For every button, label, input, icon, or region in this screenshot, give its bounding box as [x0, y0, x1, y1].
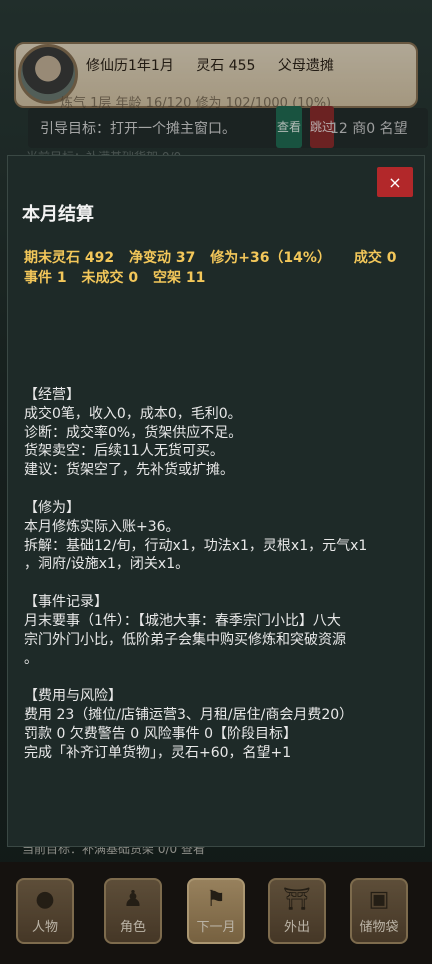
settlement-summary: 期末灵石 492 净变动 37 修为+36（14%） 成交 0 事件 1 未成交… — [24, 248, 406, 288]
close-button[interactable]: × — [377, 167, 413, 197]
summary-ending-stones: 期末灵石 492 — [24, 250, 115, 266]
report-line: 宗门外门小比，低阶弟子会集中购买修炼和突破资源 — [24, 631, 346, 648]
report-line: 货架卖空：后续11人无货可买。 — [24, 443, 224, 460]
report-line: 本月修炼实际入账+36。 — [24, 518, 180, 535]
report-line: 成交0笔，收入0，成本0，毛利0。 — [24, 405, 242, 422]
section-heading-cultivation: 【修为】 — [24, 499, 80, 516]
report-line: 罚款 0 欠费警告 0 风险事件 0【阶段目标】 — [24, 725, 297, 742]
report-line: 。 — [24, 650, 38, 667]
summary-net-change: 净变动 37 — [128, 250, 196, 266]
dialog-title: 本月结算 — [22, 204, 94, 225]
summary-events: 事件 1 — [24, 270, 67, 286]
section-heading-costs: 【费用与风险】 — [24, 688, 122, 705]
report-line: 建议：货架空了，先补货或扩摊。 — [24, 462, 234, 479]
summary-cultivation: 修为+36（14%） — [210, 250, 331, 266]
report-line: 费用 23（摊位/店铺运营3、月租/居住/商会月费20） — [24, 707, 354, 724]
settlement-report: 【经营】 成交0笔，收入0，成本0，毛利0。 诊断：成交率0%，货架供应不足。 … — [24, 386, 416, 763]
report-line: 诊断：成交率0%，货架供应不足。 — [24, 424, 243, 441]
report-line: 拆解：基础12/旬，行动x1，功法x1，灵根x1，元气x1 — [24, 537, 368, 554]
summary-unsold: 未成交 0 — [81, 270, 139, 286]
section-heading-events: 【事件记录】 — [24, 594, 108, 611]
report-line: 完成「补齐订单货物」，灵石+60，名望+1 — [24, 744, 292, 761]
report-line: 月末要事（1件）：【城池大事：春季宗门小比】八大 — [24, 612, 341, 629]
summary-deals: 成交 0 — [353, 250, 397, 266]
summary-empty-shelves: 空架 11 — [153, 270, 206, 286]
report-line: ，洞府/设施x1，闭关x1。 — [24, 556, 190, 573]
section-heading-business: 【经营】 — [24, 387, 80, 403]
